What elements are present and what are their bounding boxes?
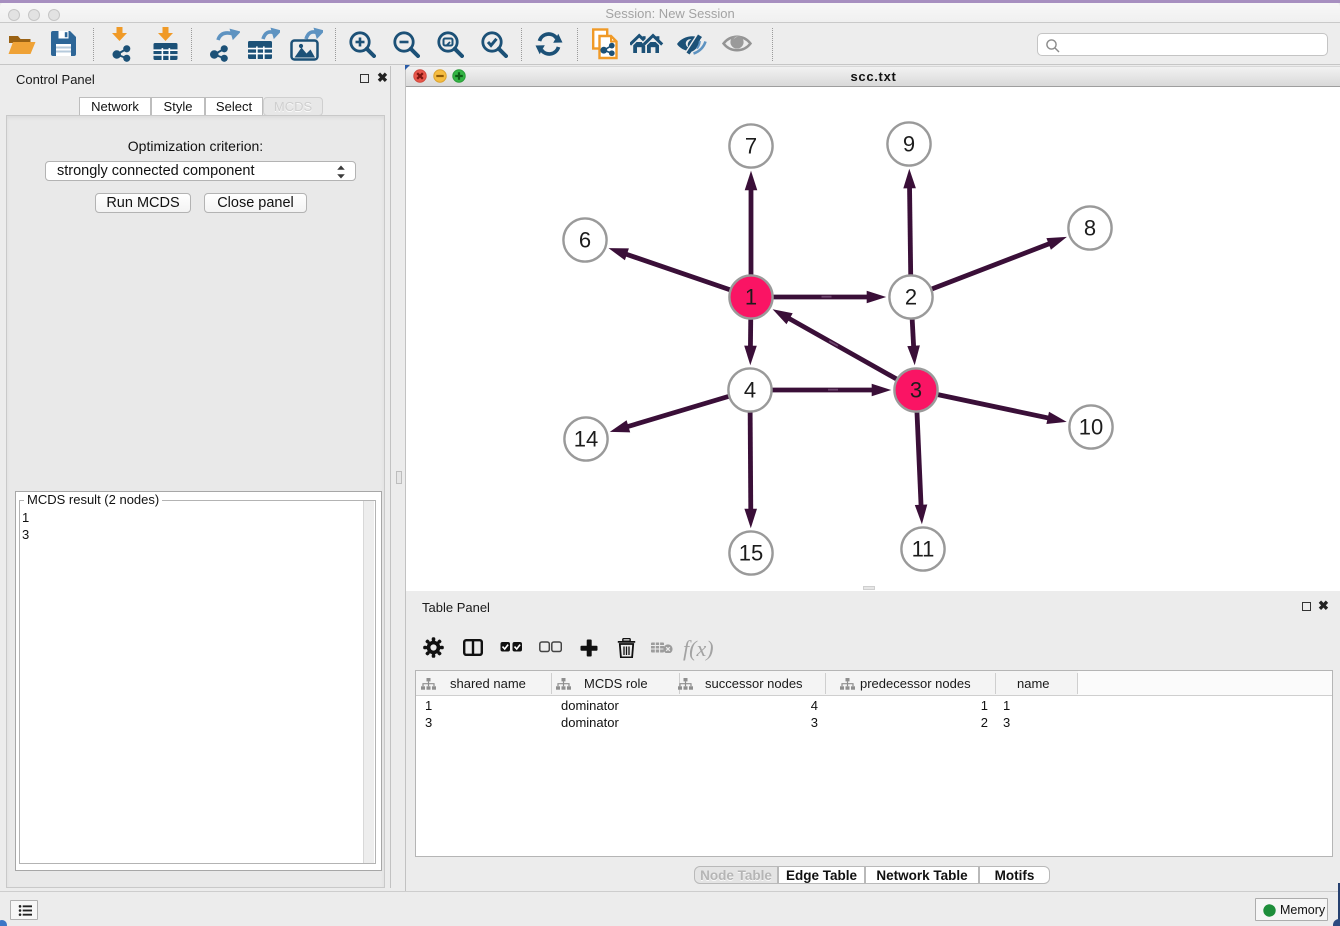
svg-text:11: 11 bbox=[912, 537, 935, 562]
svg-text:8: 8 bbox=[1084, 216, 1096, 241]
svg-text:7: 7 bbox=[745, 134, 757, 159]
svg-text:15: 15 bbox=[739, 541, 763, 566]
svg-text:2: 2 bbox=[905, 285, 917, 310]
svg-text:10: 10 bbox=[1079, 415, 1103, 440]
svg-text:3: 3 bbox=[910, 378, 922, 403]
svg-text:14: 14 bbox=[574, 427, 598, 452]
svg-text:6: 6 bbox=[579, 228, 591, 253]
svg-text:4: 4 bbox=[744, 378, 756, 403]
svg-text:1: 1 bbox=[745, 285, 757, 310]
svg-text:9: 9 bbox=[903, 132, 915, 157]
